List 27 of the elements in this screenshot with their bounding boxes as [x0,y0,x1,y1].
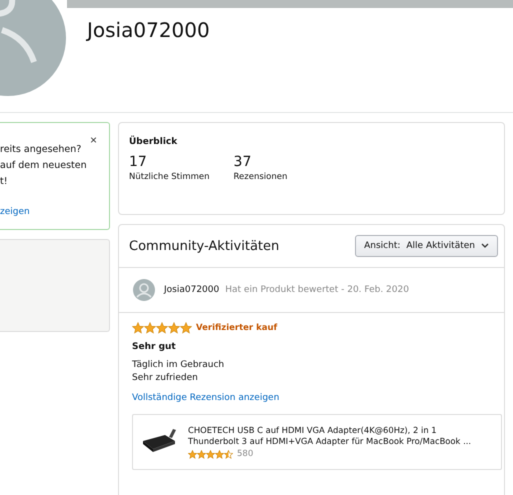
stat-value: 37 [234,154,252,170]
overview-title: Überblick [129,137,178,147]
review-text: Sehr zufrieden [132,372,199,385]
user-avatar-icon [133,279,155,301]
activity-user[interactable]: Josia072000 [164,285,220,295]
notice-text: reits angesehen? [0,143,82,157]
view-dropdown[interactable]: Ansicht: Alle Aktivitäten [355,235,498,257]
community-title: Community-Aktivitäten [129,238,280,254]
notice-text: t! [0,175,9,189]
review-headline: Sehr gut [132,342,177,352]
stat-value: 17 [129,154,148,170]
avatar-icon [0,0,67,97]
stat-label: Nützliche Stimmen [129,172,210,182]
verified-label: Verifizierter kauf [196,323,278,333]
product-title[interactable]: CHOETECH USB C auf HDMI VGA Adapter(4K@60Hz), 2 in 1 [188,425,472,436]
close-button[interactable]: × [90,135,97,145]
profile-name: Josia072000 [87,18,211,42]
product-title[interactable]: Thunderbolt 3 auf HDMI+VGA Adapter für MacBook Pro/MacBook ... [188,436,472,447]
full-review-link[interactable]: Vollständige Rezension anzeigen [132,393,280,403]
stat-label: Rezensionen [234,172,288,182]
notice-text: auf dem neuesten [0,159,88,173]
notice-link[interactable]: zeigen [0,204,30,220]
review-text: Täglich im Gebrauch [132,359,226,372]
product-card[interactable]: CHOETECH USB C auf HDMI VGA Adapter(4K@60Hz), 2 in 1 Thunderbolt 3 auf HDMI+VGA Adapter für MacBook Pro/MacBook ... 580 [132,414,502,470]
rating-count[interactable]: 580 [237,449,254,459]
caret-icon [481,243,489,249]
activity-meta: Hat ein Produkt bewertet - 20. Feb. 2020 [225,285,409,295]
